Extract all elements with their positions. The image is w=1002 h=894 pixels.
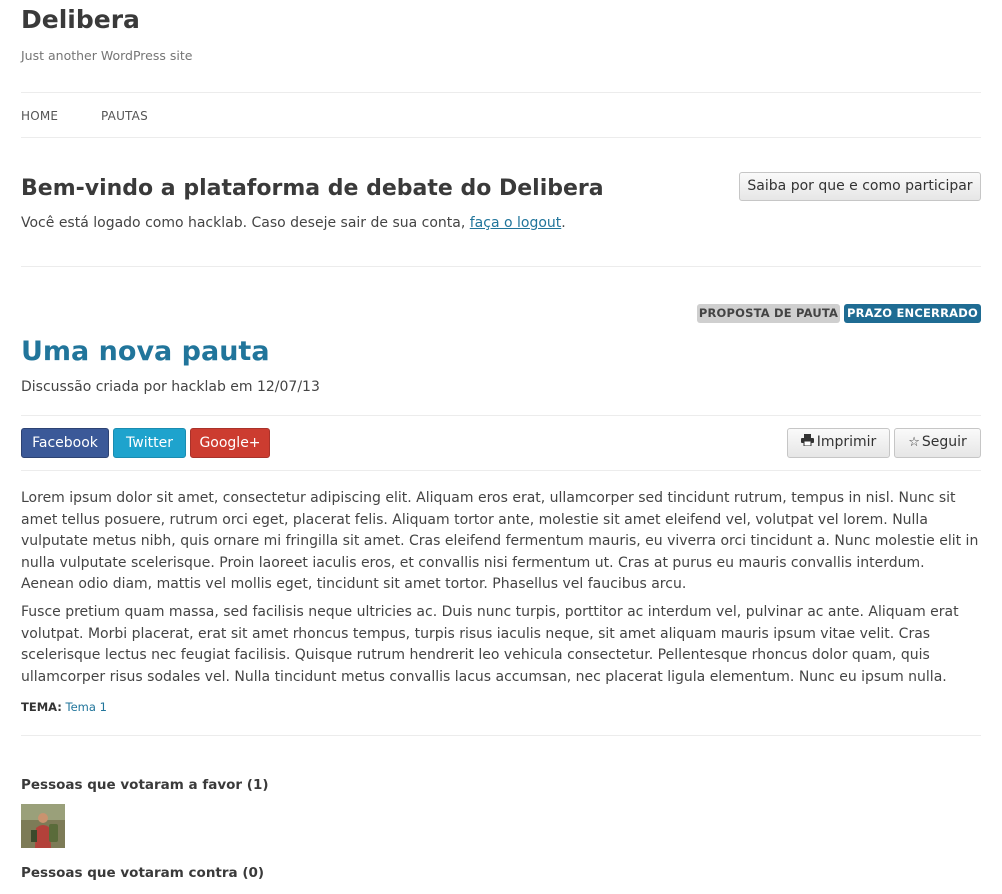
welcome-text: Você está logado como hacklab. Caso dese… xyxy=(21,213,566,233)
participar-button[interactable]: Saiba por que e como participar xyxy=(739,172,981,201)
site-title[interactable]: Delibera xyxy=(21,4,140,36)
post-meta: Discussão criada por hacklab em 12/07/13 xyxy=(21,379,320,395)
divider xyxy=(21,137,981,138)
welcome-text-before: Você está logado como hacklab. Caso dese… xyxy=(21,215,470,231)
nav-item-home[interactable]: HOME xyxy=(21,108,58,124)
post-paragraph: Lorem ipsum dolor sit amet, consectetur … xyxy=(21,490,979,592)
print-button-label: Imprimir xyxy=(816,434,877,450)
site-description: Just another WordPress site xyxy=(21,48,193,63)
divider xyxy=(21,415,981,416)
avatar-image xyxy=(21,804,65,848)
votes-favor-heading: Pessoas que votaram a favor (1) xyxy=(21,777,269,793)
status-badge-proposta: PROPOSTA DE PAUTA xyxy=(697,304,840,323)
logout-link[interactable]: faça o logout xyxy=(470,215,562,231)
avatar[interactable] xyxy=(21,804,65,848)
twitter-share-button[interactable]: Twitter xyxy=(113,428,186,458)
divider xyxy=(21,470,981,471)
printer-icon xyxy=(800,429,814,455)
star-icon: ☆ xyxy=(908,435,920,450)
divider xyxy=(21,92,981,93)
tema-label: TEMA: xyxy=(21,700,62,714)
post-paragraph: Fusce pretium quam massa, sed facilisis … xyxy=(21,604,959,685)
tema-line: TEMA: Tema 1 xyxy=(21,699,107,715)
status-badge-prazo: PRAZO ENCERRADO xyxy=(844,304,981,323)
divider xyxy=(21,735,981,736)
googleplus-share-button[interactable]: Google+ xyxy=(190,428,270,458)
follow-button[interactable]: ☆ Seguir xyxy=(894,428,981,458)
follow-button-label: Seguir xyxy=(921,434,967,450)
post-title[interactable]: Uma nova pauta xyxy=(21,334,270,370)
page: Delibera Just another WordPress site HOM… xyxy=(0,0,1002,894)
welcome-heading: Bem-vindo a plataforma de debate do Deli… xyxy=(21,176,604,201)
tema-link[interactable]: Tema 1 xyxy=(66,700,107,714)
print-button[interactable]: Imprimir xyxy=(787,428,890,458)
facebook-share-button[interactable]: Facebook xyxy=(21,428,109,458)
nav-item-pautas[interactable]: PAUTAS xyxy=(101,108,148,124)
divider xyxy=(21,266,981,267)
welcome-text-after: . xyxy=(561,215,566,231)
votes-contra-heading: Pessoas que votaram contra (0) xyxy=(21,865,265,881)
